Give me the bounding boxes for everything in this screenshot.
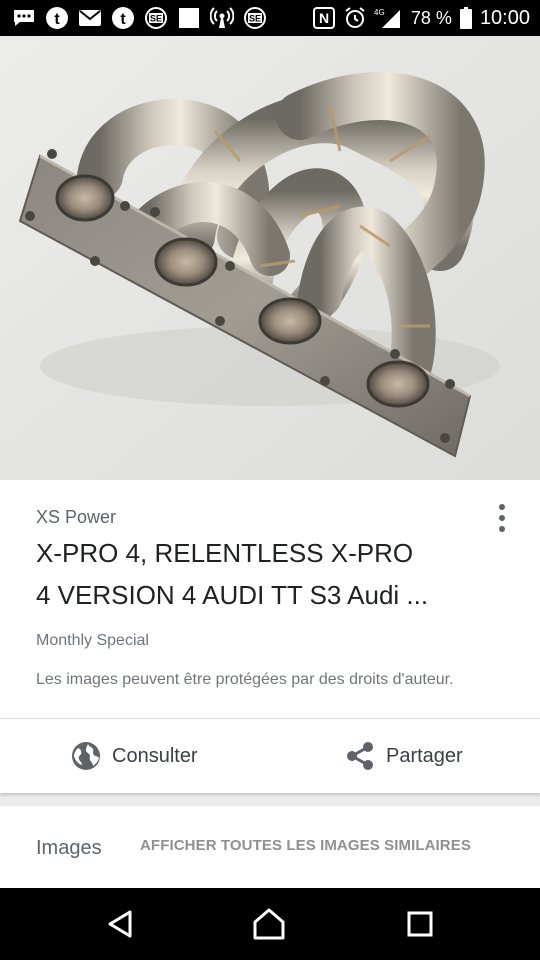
result-subtitle: Monthly Special bbox=[36, 632, 149, 649]
hotspot-icon bbox=[210, 6, 234, 30]
result-image[interactable] bbox=[0, 36, 540, 480]
clock: 10:00 bbox=[479, 6, 530, 29]
square-app-icon bbox=[177, 6, 201, 30]
consult-button[interactable]: Consulter bbox=[70, 719, 198, 793]
result-title[interactable]: X-PRO 4, RELENTLESS X-PRO 4 VERSION 4 AU… bbox=[36, 532, 476, 616]
signal-icon: 4G bbox=[374, 6, 404, 30]
svg-text:SE: SE bbox=[150, 14, 162, 24]
action-bar: Consulter Partager bbox=[0, 719, 540, 793]
source-site[interactable]: XS Power bbox=[36, 507, 116, 528]
consult-label: Consulter bbox=[112, 744, 198, 767]
nfc-icon: N bbox=[312, 6, 336, 30]
recent-apps-icon[interactable] bbox=[402, 906, 438, 942]
images-section-label: Images bbox=[36, 837, 102, 859]
globe-icon bbox=[70, 740, 102, 772]
tumblr-icon: t bbox=[111, 6, 135, 30]
status-bar: t t SE SE N 4G 78 % 10:00 bbox=[0, 0, 540, 36]
share-label: Partager bbox=[386, 744, 463, 767]
battery-percent: 78 % bbox=[410, 7, 452, 28]
navigation-bar bbox=[0, 888, 540, 960]
messages-icon bbox=[12, 6, 36, 30]
copyright-notice: Les images peuvent être protégées par de… bbox=[36, 671, 454, 688]
battery-icon bbox=[459, 6, 473, 30]
more-options-icon[interactable] bbox=[486, 500, 518, 536]
svg-text:SE: SE bbox=[249, 14, 261, 24]
se-app-icon: SE bbox=[144, 6, 168, 30]
alarm-icon bbox=[343, 6, 367, 30]
back-icon[interactable] bbox=[102, 906, 138, 942]
svg-text:t: t bbox=[54, 11, 60, 28]
svg-text:N: N bbox=[319, 10, 329, 26]
result-info-card: XS Power X-PRO 4, RELENTLESS X-PRO 4 VER… bbox=[0, 480, 540, 718]
se-app-icon: SE bbox=[243, 6, 267, 30]
svg-text:4G: 4G bbox=[374, 8, 385, 17]
share-icon bbox=[344, 740, 376, 772]
similar-images-section: Images AFFICHER TOUTES LES IMAGES SIMILA… bbox=[0, 806, 540, 888]
email-icon bbox=[78, 6, 102, 30]
share-button[interactable]: Partager bbox=[344, 719, 463, 793]
result-title-line1: X-PRO 4, RELENTLESS X-PRO bbox=[36, 538, 414, 568]
svg-text:t: t bbox=[120, 11, 126, 28]
view-similar-images-link[interactable]: AFFICHER TOUTES LES IMAGES SIMILAIRES bbox=[140, 837, 471, 854]
tumblr-icon: t bbox=[45, 6, 69, 30]
result-title-line2: 4 VERSION 4 AUDI TT S3 Audi ... bbox=[36, 580, 429, 610]
home-icon[interactable] bbox=[251, 906, 287, 942]
